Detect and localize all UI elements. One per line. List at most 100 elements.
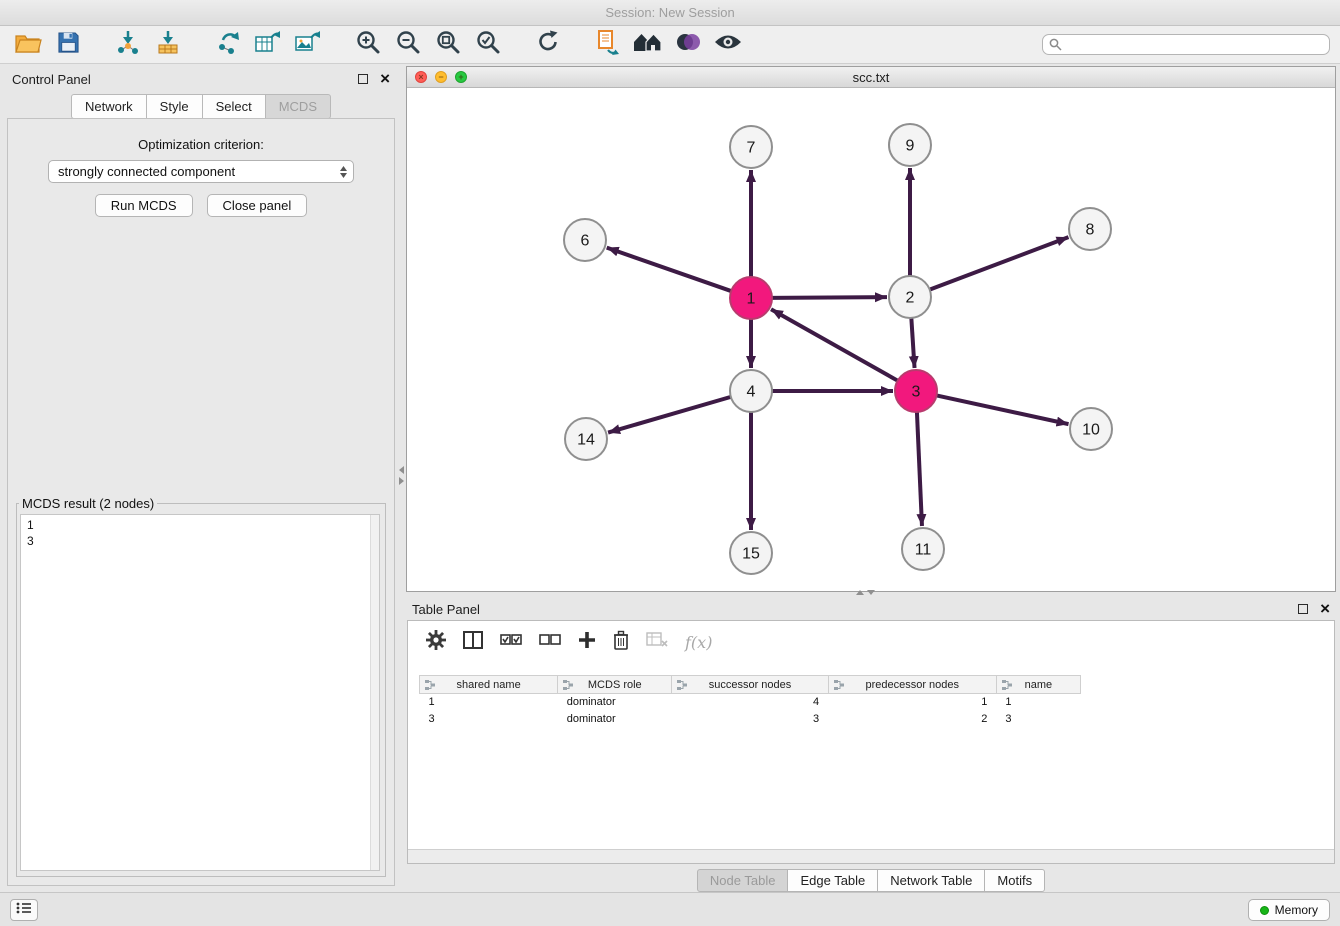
node-9[interactable]: 9 xyxy=(889,124,931,166)
node-label: 4 xyxy=(747,384,756,401)
refresh-view-button[interactable] xyxy=(530,29,566,61)
optimization-criterion-dropdown[interactable]: strongly connected component xyxy=(48,160,354,183)
duplicate-network-button[interactable] xyxy=(590,29,626,61)
column-label: shared name xyxy=(456,679,520,691)
column-header-predecessor-nodes[interactable]: predecessor nodes xyxy=(828,676,996,694)
close-window-icon[interactable]: × xyxy=(415,71,427,83)
close-table-panel-icon[interactable]: × xyxy=(1320,602,1330,616)
column-header-successor-nodes[interactable]: successor nodes xyxy=(672,676,828,694)
export-image-icon xyxy=(294,29,322,60)
tab-motifs[interactable]: Motifs xyxy=(985,869,1045,892)
node-11[interactable]: 11 xyxy=(902,528,944,570)
import-network-button[interactable] xyxy=(110,29,146,61)
network-canvas[interactable]: 7 9 6 8 1 2 4 3 14 10 15 11 xyxy=(407,88,1335,591)
eye-icon xyxy=(713,32,743,57)
deselect-all-button[interactable] xyxy=(539,633,561,652)
delete-table-button-disabled xyxy=(646,632,668,653)
export-network-button[interactable] xyxy=(210,29,246,61)
horizontal-splitter[interactable] xyxy=(856,588,875,596)
tab-select[interactable]: Select xyxy=(203,94,266,119)
node-10[interactable]: 10 xyxy=(1070,408,1112,450)
edge-3-1[interactable] xyxy=(771,309,898,380)
column-label: predecessor nodes xyxy=(865,679,959,691)
float-panel-icon[interactable] xyxy=(358,74,368,84)
zoom-in-button[interactable] xyxy=(350,29,386,61)
column-edit-icon xyxy=(834,680,845,693)
table-settings-button[interactable] xyxy=(426,630,446,655)
task-history-button[interactable] xyxy=(10,899,38,921)
column-header-name[interactable]: name xyxy=(996,676,1080,694)
node-7[interactable]: 7 xyxy=(730,126,772,168)
save-session-button[interactable] xyxy=(50,29,86,61)
dropdown-arrows-icon xyxy=(339,165,348,182)
search-input[interactable] xyxy=(1042,34,1330,55)
tab-style[interactable]: Style xyxy=(147,94,203,119)
table-horizontal-scrollbar[interactable] xyxy=(408,849,1334,863)
export-table-button[interactable] xyxy=(250,29,286,61)
show-columns-button[interactable] xyxy=(463,631,483,654)
visual-style-button[interactable] xyxy=(670,29,706,61)
node-1[interactable]: 1 xyxy=(730,277,772,319)
result-scrollbar[interactable] xyxy=(370,515,379,870)
edge-1-2[interactable] xyxy=(772,297,887,298)
node-label: 15 xyxy=(742,546,760,563)
close-panel-icon[interactable]: × xyxy=(380,72,390,86)
main-toolbar xyxy=(0,26,1340,64)
mcds-result-list[interactable]: 13 xyxy=(20,514,380,871)
vertical-splitter[interactable] xyxy=(397,466,405,485)
node-2[interactable]: 2 xyxy=(889,276,931,318)
edge-4-14[interactable] xyxy=(608,397,731,433)
edge-3-10[interactable] xyxy=(937,395,1069,424)
cell-shared-name[interactable]: 3 xyxy=(420,711,558,728)
maximize-window-icon[interactable]: + xyxy=(455,71,467,83)
close-panel-button[interactable]: Close panel xyxy=(207,194,308,217)
network-window-titlebar[interactable]: scc.txt × − + xyxy=(407,67,1335,88)
tab-network-table[interactable]: Network Table xyxy=(878,869,985,892)
tab-node-table[interactable]: Node Table xyxy=(697,869,789,892)
edge-3-11[interactable] xyxy=(917,412,922,526)
edge-2-8[interactable] xyxy=(930,237,1069,289)
column-header-mcds-role[interactable]: MCDS role xyxy=(558,676,672,694)
import-table-button[interactable] xyxy=(150,29,186,61)
node-14[interactable]: 14 xyxy=(565,418,607,460)
toggle-visibility-button[interactable] xyxy=(710,29,746,61)
column-header-shared-name[interactable]: shared name xyxy=(420,676,558,694)
table-row[interactable]: 3dominator323 xyxy=(420,711,1081,728)
node-8[interactable]: 8 xyxy=(1069,208,1111,250)
select-all-button[interactable] xyxy=(500,633,522,652)
node-4[interactable]: 4 xyxy=(730,370,772,412)
add-column-button[interactable] xyxy=(578,631,596,654)
export-image-button[interactable] xyxy=(290,29,326,61)
delete-column-button[interactable] xyxy=(613,630,629,655)
run-mcds-button[interactable]: Run MCDS xyxy=(95,194,193,217)
network-overview-button[interactable] xyxy=(630,29,666,61)
tab-network[interactable]: Network xyxy=(71,94,147,119)
edge-2-3[interactable] xyxy=(911,318,914,368)
zoom-fit-button[interactable] xyxy=(430,29,466,61)
cell-mcds-role[interactable]: dominator xyxy=(558,711,672,728)
cell-successor-nodes[interactable]: 4 xyxy=(672,694,828,711)
float-table-panel-icon[interactable] xyxy=(1298,604,1308,614)
cell-shared-name[interactable]: 1 xyxy=(420,694,558,711)
cell-mcds-role[interactable]: dominator xyxy=(558,694,672,711)
cell-predecessor-nodes[interactable]: 2 xyxy=(828,711,996,728)
cell-predecessor-nodes[interactable]: 1 xyxy=(828,694,996,711)
node-6[interactable]: 6 xyxy=(564,219,606,261)
minimize-window-icon[interactable]: − xyxy=(435,71,447,83)
node-label: 1 xyxy=(747,291,756,308)
cell-name[interactable]: 1 xyxy=(996,694,1080,711)
search-area xyxy=(1042,34,1330,55)
cell-successor-nodes[interactable]: 3 xyxy=(672,711,828,728)
edge-1-6[interactable] xyxy=(607,248,731,291)
cell-name[interactable]: 3 xyxy=(996,711,1080,728)
open-session-button[interactable] xyxy=(10,29,46,61)
zoom-selected-button[interactable] xyxy=(470,29,506,61)
tab-edge-table[interactable]: Edge Table xyxy=(788,869,878,892)
node-3[interactable]: 3 xyxy=(895,370,937,412)
tab-mcds[interactable]: MCDS xyxy=(266,94,331,119)
mcds-result-title: MCDS result (2 nodes) xyxy=(19,496,157,511)
memory-button[interactable]: Memory xyxy=(1248,899,1330,921)
table-row[interactable]: 1dominator411 xyxy=(420,694,1081,711)
node-15[interactable]: 15 xyxy=(730,532,772,574)
zoom-out-button[interactable] xyxy=(390,29,426,61)
